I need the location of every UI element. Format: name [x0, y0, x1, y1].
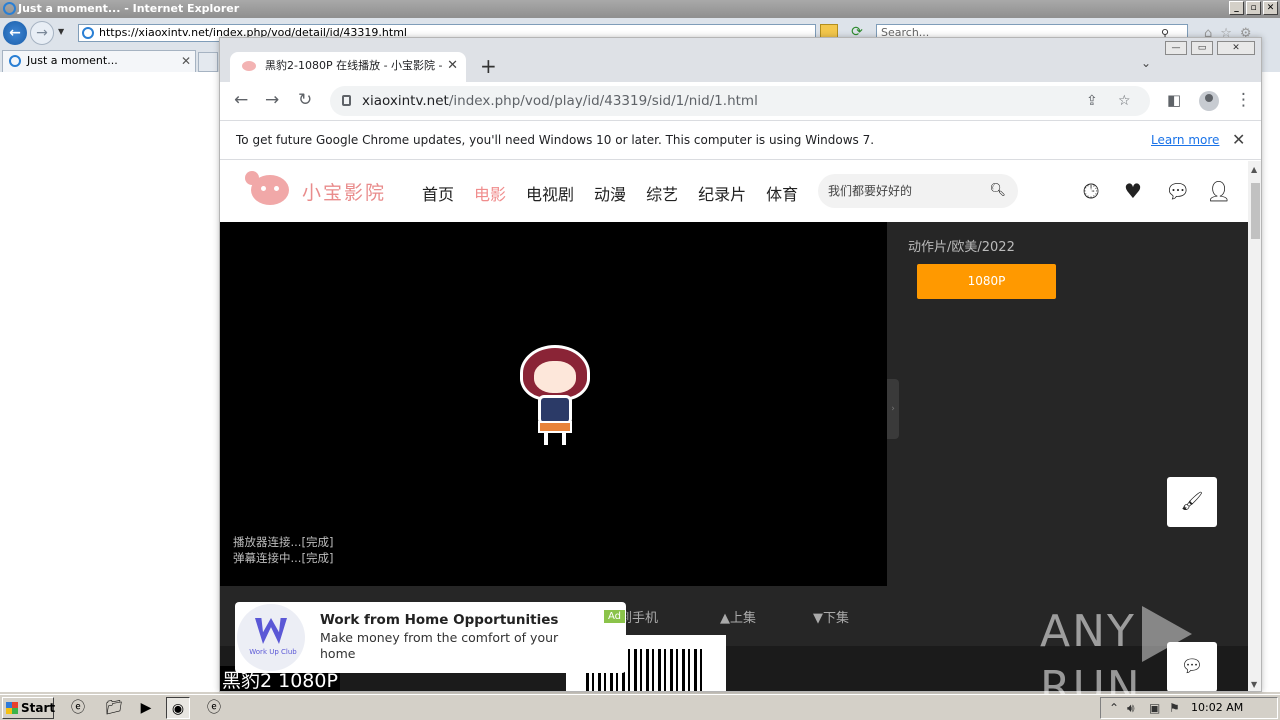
- tray-expand-icon[interactable]: ⌃: [1109, 701, 1119, 715]
- ie-tab-icon: [9, 55, 21, 67]
- side-panel-icon[interactable]: ◧: [1167, 90, 1181, 110]
- watermark-left: ANY: [1040, 606, 1136, 657]
- infobar-close-icon[interactable]: ✕: [1232, 121, 1245, 159]
- ie-window-controls: _ ▫ ✕: [1229, 1, 1278, 15]
- site-search-placeholder: 我们都要好好的: [828, 184, 913, 198]
- video-player[interactable]: 播放器连接...[完成] 弹幕连接中...[完成]: [220, 222, 887, 586]
- taskbar-explorer-icon[interactable]: 📁︎: [102, 697, 126, 719]
- site-logo-icon[interactable]: [245, 171, 297, 205]
- user-account-icon[interactable]: 👤︎: [1206, 179, 1231, 203]
- next-episode-button[interactable]: ▼下集: [813, 607, 849, 626]
- taskbar-chrome-icon[interactable]: ◉: [166, 697, 190, 719]
- ie-page-icon: [82, 27, 94, 39]
- nav-variety[interactable]: 综艺: [646, 181, 678, 205]
- reload-icon[interactable]: ↻: [298, 90, 312, 110]
- ad-title[interactable]: Work from Home Opportunities: [320, 612, 558, 628]
- scroll-thumb[interactable]: [1251, 183, 1260, 239]
- tab-close-icon[interactable]: ✕: [447, 52, 458, 80]
- new-tab-button[interactable]: +: [480, 52, 497, 80]
- forward-arrow-icon[interactable]: →: [265, 90, 279, 110]
- episode-sidebar: 动作片/欧美/2022 1080P: [887, 222, 1248, 646]
- ie-maximize-button[interactable]: ▫: [1246, 1, 1261, 15]
- nav-sports[interactable]: 体育: [766, 181, 798, 205]
- bookmark-star-icon[interactable]: ☆: [1118, 86, 1131, 116]
- ie-minimize-button[interactable]: _: [1229, 1, 1244, 15]
- favorites-heart-icon[interactable]: ♥: [1121, 179, 1145, 203]
- ie-window-title: Just a moment... - Internet Explorer: [18, 2, 240, 15]
- player-status-log: 播放器连接...[完成] 弹幕连接中...[完成]: [233, 534, 333, 566]
- chrome-tab[interactable]: 黑豹2-1080P 在线播放 - 小宝影院 - ✕: [230, 52, 466, 82]
- share-icon[interactable]: ⇪: [1086, 86, 1098, 116]
- scroll-up-icon[interactable]: ▲: [1251, 165, 1257, 174]
- watermark-play-icon: [1141, 606, 1192, 662]
- start-button[interactable]: Start: [2, 697, 55, 719]
- chrome-window-controls: — ▭ ✕: [1165, 41, 1255, 55]
- tab-search-chevron-icon[interactable]: ⌄: [1141, 56, 1151, 70]
- sidebar-collapse-handle[interactable]: ›: [887, 379, 899, 439]
- brush-icon: 🖌︎: [1180, 491, 1204, 512]
- chrome-tab-title: 黑豹2-1080P 在线播放 - 小宝影院 -: [265, 59, 443, 72]
- ad-body: Make money from the comfort of your home: [320, 630, 559, 661]
- url-host: xiaoxintv.net: [362, 93, 449, 109]
- chrome-window: — ▭ ✕ 黑豹2-1080P 在线播放 - 小宝影院 - ✕ + ⌄ ← → …: [219, 37, 1262, 692]
- learn-more-link[interactable]: Learn more: [1151, 121, 1219, 159]
- url-path: /index.php/vod/play/id/43319/sid/1/nid/1…: [448, 93, 758, 109]
- update-infobar: To get future Google Chrome updates, you…: [220, 120, 1261, 160]
- nav-tv-series[interactable]: 电视剧: [526, 181, 574, 205]
- theme-brush-button[interactable]: 🖌︎: [1167, 477, 1217, 527]
- taskbar-edge-icon[interactable]: ⓔ: [202, 697, 226, 719]
- site-name[interactable]: 小宝影院: [302, 178, 386, 205]
- chrome-close-button[interactable]: ✕: [1217, 41, 1255, 55]
- chrome-toolbar: ← → ↻ xiaoxintv.net/index.php/vod/play/i…: [220, 82, 1261, 120]
- tab-favicon-icon: [242, 61, 256, 71]
- video-meta: 动作片/欧美/2022: [908, 240, 1015, 255]
- player-log-line: 播放器连接...[完成]: [233, 535, 334, 549]
- ad-logo-text: Work Up Club: [249, 648, 297, 656]
- ie-tab[interactable]: Just a moment... ✕: [2, 50, 196, 72]
- nav-home[interactable]: 首页: [422, 181, 454, 205]
- ie-tab-label: Just a moment...: [27, 54, 118, 67]
- chrome-tab-strip: — ▭ ✕ 黑豹2-1080P 在线播放 - 小宝影院 - ✕ + ⌄: [220, 38, 1261, 82]
- infobar-message: To get future Google Chrome updates, you…: [236, 133, 875, 147]
- taskbar-media-player-icon[interactable]: ▶: [134, 697, 158, 719]
- system-tray: ⌃ 🔊︎ ▣ ⚑ 10:02 AM: [1100, 697, 1278, 719]
- chrome-menu-icon[interactable]: ⋮: [1235, 90, 1252, 110]
- episode-1080p-button[interactable]: 1080P: [917, 264, 1056, 299]
- back-arrow-icon[interactable]: ←: [234, 90, 248, 110]
- chrome-maximize-button[interactable]: ▭: [1191, 41, 1213, 55]
- ie-logo-icon: [3, 2, 16, 15]
- player-log-line: 弹幕连接中...[完成]: [233, 551, 334, 565]
- lock-icon[interactable]: [342, 95, 351, 106]
- ie-new-tab-button[interactable]: [198, 52, 218, 72]
- history-clock-icon[interactable]: 🕒︎: [1079, 179, 1103, 203]
- ad-badge: Ad: [604, 610, 626, 623]
- action-center-flag-icon[interactable]: ⚑: [1169, 701, 1180, 715]
- ie-title-bar: Just a moment... - Internet Explorer _ ▫…: [0, 0, 1280, 18]
- nav-movies[interactable]: 电影: [474, 181, 506, 205]
- ie-tab-close-icon[interactable]: ✕: [181, 51, 191, 71]
- ad-logo-icon: Work Up Club: [237, 604, 305, 671]
- network-icon[interactable]: ▣: [1149, 701, 1160, 715]
- prev-episode-button[interactable]: ▲上集: [720, 607, 756, 626]
- chrome-minimize-button[interactable]: —: [1165, 41, 1187, 55]
- site-search-input[interactable]: 我们都要好好的 🔍︎: [818, 174, 1018, 208]
- site-header: 小宝影院 首页 电影 电视剧 动漫 综艺 纪录片 体育 我们都要好好的 🔍︎ 🕒…: [220, 161, 1248, 222]
- search-icon[interactable]: 🔍︎: [989, 174, 1006, 208]
- taskbar: Start ⓔ 📁︎ ▶ ◉ ⓔ ⌃ 🔊︎ ▣ ⚑ 10:02 AM: [0, 694, 1280, 720]
- ie-close-button[interactable]: ✕: [1263, 1, 1278, 15]
- messages-chat-icon[interactable]: 💬︎: [1165, 179, 1190, 203]
- loading-mascot-image: [516, 337, 596, 447]
- ie-back-button[interactable]: ←: [3, 21, 27, 45]
- taskbar-ie-icon[interactable]: ⓔ: [66, 697, 90, 719]
- ad-banner[interactable]: Work Up Club Work from Home Opportunitie…: [235, 602, 626, 673]
- volume-icon[interactable]: 🔊︎: [1127, 701, 1135, 716]
- profile-avatar-icon[interactable]: [1199, 91, 1219, 111]
- main-nav: 首页 电影 电视剧 动漫 综艺 纪录片 体育: [422, 181, 818, 205]
- ie-history-dropdown-icon[interactable]: ▼: [58, 27, 64, 36]
- nav-anime[interactable]: 动漫: [594, 181, 626, 205]
- nav-documentary[interactable]: 纪录片: [698, 181, 746, 205]
- ie-forward-button[interactable]: →: [30, 21, 54, 45]
- taskbar-clock[interactable]: 10:02 AM: [1191, 701, 1243, 714]
- omnibox[interactable]: xiaoxintv.net/index.php/vod/play/id/4331…: [330, 86, 1150, 116]
